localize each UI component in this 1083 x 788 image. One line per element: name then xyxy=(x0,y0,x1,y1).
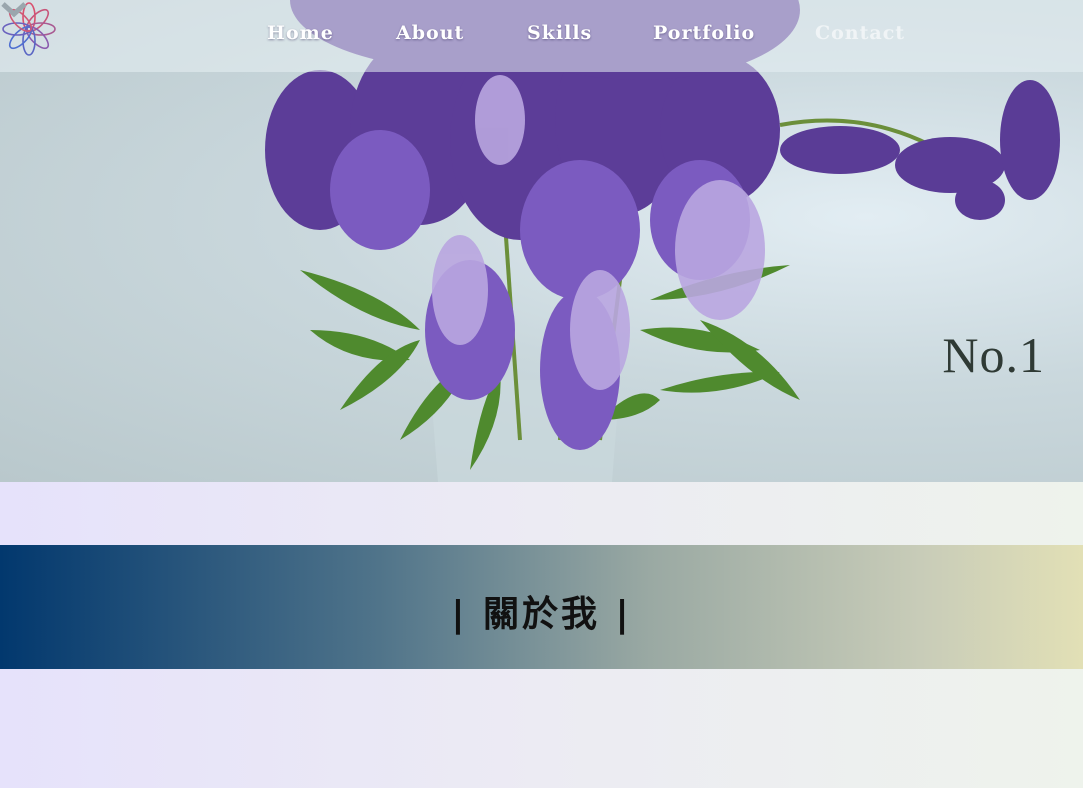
nav-portfolio[interactable]: Portfolio xyxy=(653,22,755,44)
nav-contact[interactable]: Contact xyxy=(815,22,905,44)
nav-about[interactable]: About xyxy=(396,22,464,44)
hero-section: Home About Skills Portfolio Contact No.1 xyxy=(0,0,1083,482)
about-title: | 關於我 | xyxy=(451,594,632,635)
hero-badge: No.1 xyxy=(942,327,1045,383)
flower-photo xyxy=(265,0,1060,482)
nav-skills[interactable]: Skills xyxy=(527,22,592,44)
navbar: Home About Skills Portfolio Contact xyxy=(0,0,1083,72)
chevron-down-icon[interactable] xyxy=(0,0,28,22)
nav-home[interactable]: Home xyxy=(267,22,334,44)
about-banner: | 關於我 | xyxy=(0,545,1083,669)
